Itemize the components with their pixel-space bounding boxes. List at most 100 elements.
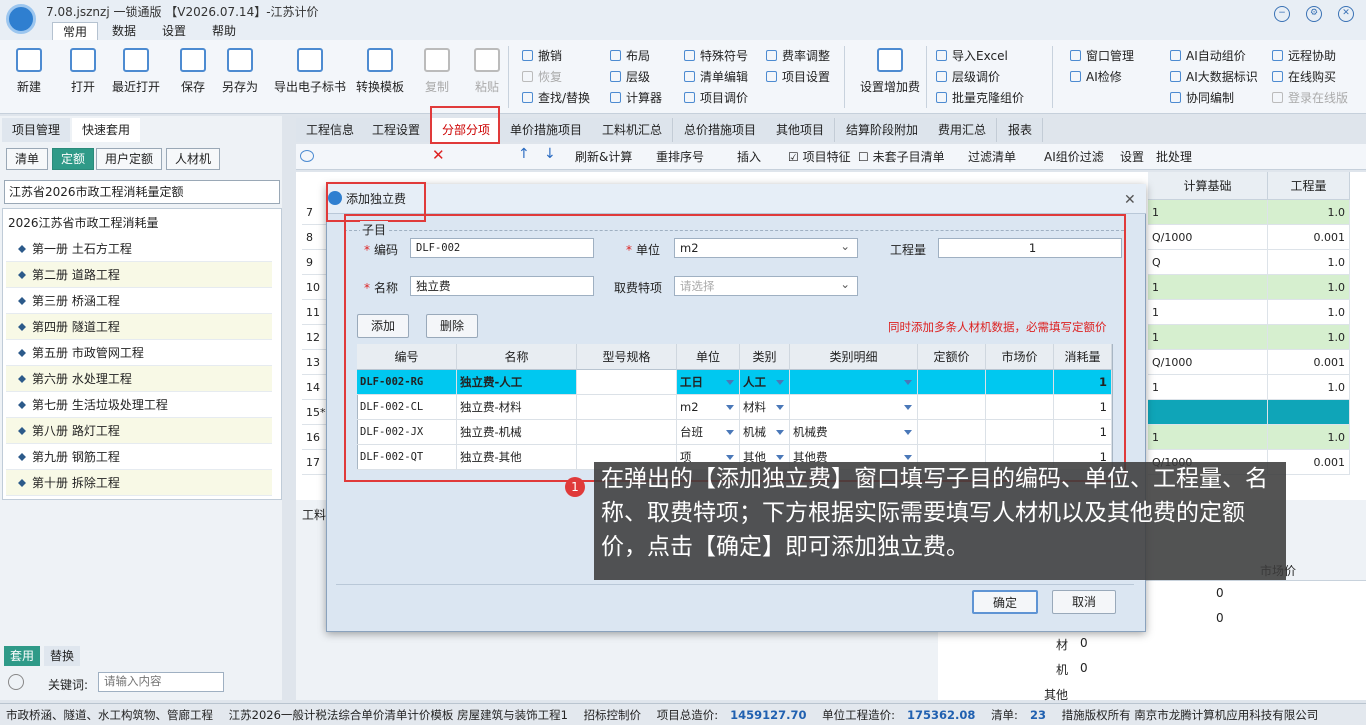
quantity-cell[interactable]: 1.0 xyxy=(1268,275,1350,300)
tree-item[interactable]: 第二册 道路工程 xyxy=(6,262,272,288)
level-button[interactable]: 层级 xyxy=(610,68,650,85)
reorder-button[interactable]: 重排序号 xyxy=(656,148,704,165)
tab-project-info[interactable]: 工程信息 xyxy=(296,118,366,142)
quantity-cell[interactable]: 1.0 xyxy=(1268,300,1350,325)
menu-tab-settings[interactable]: 设置 xyxy=(152,22,196,40)
ok-button[interactable]: 确定 xyxy=(972,590,1038,614)
co-edit-button[interactable]: 协同编制 xyxy=(1170,89,1234,106)
set-extra-fee-button[interactable]: 设置增加费 xyxy=(860,48,920,95)
project-price-adjust-button[interactable]: 项目调价 xyxy=(684,89,748,106)
quantity-cell[interactable]: 1.0 xyxy=(1268,250,1350,275)
online-buy-button[interactable]: 在线购买 xyxy=(1272,68,1336,85)
calc-base-cell[interactable]: Q xyxy=(1148,250,1268,275)
tab-reports[interactable]: 报表 xyxy=(998,118,1044,142)
export-bid-button[interactable]: 导出电子标书 xyxy=(274,48,346,95)
list-edit-button[interactable]: 清单编辑 xyxy=(684,68,748,85)
calculator-button[interactable]: 计算器 xyxy=(610,89,662,106)
open-button[interactable]: 打开 xyxy=(70,48,96,95)
tree-item[interactable]: 第九册 钢筋工程 xyxy=(6,444,272,470)
unmatched-list-checkbox[interactable]: ☐ 未套子目清单 xyxy=(858,148,945,165)
labor-material-button[interactable]: 人材机 xyxy=(166,148,221,170)
close-icon[interactable]: ✕ xyxy=(1338,6,1354,22)
calc-base-cell[interactable]: Q/1000 xyxy=(1148,225,1268,250)
dialog-close-icon[interactable]: ✕ xyxy=(1124,192,1136,208)
tree-root[interactable]: 2026江苏省市政工程消耗量 xyxy=(8,214,159,231)
apply-tab[interactable]: 套用 xyxy=(4,646,41,666)
quantity-cell[interactable]: 0.001 xyxy=(1268,350,1350,375)
settings-icon[interactable]: ⚙ xyxy=(1306,6,1322,22)
rate-adjust-button[interactable]: 费率调整 xyxy=(766,47,830,64)
import-excel-button[interactable]: 导入Excel xyxy=(936,47,1008,64)
tree-item[interactable]: 第八册 路灯工程 xyxy=(6,418,272,444)
eye-icon[interactable] xyxy=(300,150,314,162)
level-price-button[interactable]: 层级调价 xyxy=(936,68,1000,85)
recent-open-button[interactable]: 最近打开 xyxy=(112,48,160,95)
quantity-cell[interactable]: 1.0 xyxy=(1268,325,1350,350)
ai-auto-price-button[interactable]: AI自动组价 xyxy=(1170,47,1246,64)
menu-tab-help[interactable]: 帮助 xyxy=(202,22,246,40)
filter-list-button[interactable]: 过滤清单 xyxy=(968,148,1016,165)
tree-item[interactable]: 第一册 土石方工程 xyxy=(6,236,272,262)
quantity-cell[interactable]: 1.0 xyxy=(1268,375,1350,400)
tab-total-measures[interactable]: 总价措施项目 xyxy=(674,118,768,142)
replace-tab[interactable]: 替换 xyxy=(44,646,81,666)
quota-library-select[interactable]: 江苏省2026市政工程消耗量定额 xyxy=(4,180,280,204)
up-icon[interactable] xyxy=(8,674,24,690)
tab-project-settings[interactable]: 工程设置 xyxy=(362,118,432,142)
user-quota-button[interactable]: 用户定额 xyxy=(96,148,163,170)
layout-button[interactable]: 布局 xyxy=(610,47,650,64)
tree-item[interactable]: 第六册 水处理工程 xyxy=(6,366,272,392)
tab-quick-apply[interactable]: 快速套用 xyxy=(72,118,141,142)
save-as-button[interactable]: 另存为 xyxy=(222,48,258,95)
quantity-cell[interactable]: 1.0 xyxy=(1268,425,1350,450)
special-symbol-button[interactable]: 特殊符号 xyxy=(684,47,748,64)
list-button[interactable]: 清单 xyxy=(6,148,49,170)
tab-project-manage[interactable]: 项目管理 xyxy=(2,118,71,142)
settings-button[interactable]: 设置 xyxy=(1120,148,1144,165)
calc-base-cell[interactable]: 1 xyxy=(1148,300,1268,325)
tree-item[interactable]: 第五册 市政管网工程 xyxy=(6,340,272,366)
insert-button[interactable]: 插入 xyxy=(737,148,761,165)
quantity-cell[interactable]: 1.0 xyxy=(1268,200,1350,225)
refresh-calc-button[interactable]: 刷新&计算 xyxy=(575,148,632,165)
calc-base-cell[interactable]: 1 xyxy=(1148,425,1268,450)
tab-fee-summary[interactable]: 费用汇总 xyxy=(928,118,998,142)
calc-base-cell[interactable]: 1 xyxy=(1148,325,1268,350)
remote-assist-button[interactable]: 远程协助 xyxy=(1272,47,1336,64)
quantity-cell[interactable]: 0.001 xyxy=(1268,225,1350,250)
tree-item[interactable]: 第十册 拆除工程 xyxy=(6,470,272,496)
tab-other-items[interactable]: 其他项目 xyxy=(766,118,836,142)
batch-button[interactable]: 批处理 xyxy=(1156,148,1192,165)
undo-button[interactable]: 撤销 xyxy=(522,47,562,64)
convert-template-button[interactable]: 转换模板 xyxy=(356,48,404,95)
find-replace-button[interactable]: 查找/替换 xyxy=(522,89,590,106)
save-button[interactable]: 保存 xyxy=(180,48,206,95)
minimize-icon[interactable]: − xyxy=(1274,6,1290,22)
calc-base-cell[interactable]: 1 xyxy=(1148,375,1268,400)
calc-base-cell[interactable] xyxy=(1148,400,1268,425)
lower-tab[interactable]: 工料 xyxy=(302,506,326,523)
redo-button[interactable]: 恢复 xyxy=(522,68,562,85)
delete-icon[interactable]: ✕ xyxy=(432,146,445,164)
quantity-cell[interactable] xyxy=(1268,400,1350,425)
copy-button[interactable]: 复制 xyxy=(424,48,450,95)
project-settings-button[interactable]: 项目设置 xyxy=(766,68,830,85)
tab-unit-measures[interactable]: 单价措施项目 xyxy=(500,118,594,142)
ai-check-button[interactable]: AI检修 xyxy=(1070,68,1122,85)
calc-base-cell[interactable]: 1 xyxy=(1148,275,1268,300)
batch-clone-button[interactable]: 批量克隆组价 xyxy=(936,89,1024,106)
ai-filter-button[interactable]: AI组价过滤 xyxy=(1044,148,1104,165)
new-button[interactable]: 新建 xyxy=(16,48,42,95)
arrow-up-icon[interactable]: ↑ xyxy=(518,146,530,162)
tree-item[interactable]: 第四册 隧道工程 xyxy=(6,314,272,340)
tree-item[interactable]: 第七册 生活垃圾处理工程 xyxy=(6,392,272,418)
tab-material-summary[interactable]: 工料机汇总 xyxy=(592,118,674,142)
tree-item[interactable]: 第三册 桥涵工程 xyxy=(6,288,272,314)
calc-base-cell[interactable]: Q/1000 xyxy=(1148,350,1268,375)
ai-bigdata-button[interactable]: AI大数据标识 xyxy=(1170,68,1258,85)
tab-settlement[interactable]: 结算阶段附加 xyxy=(836,118,930,142)
arrow-down-icon[interactable]: ↓ xyxy=(544,146,556,162)
paste-button[interactable]: 粘贴 xyxy=(474,48,500,95)
menu-tab-data[interactable]: 数据 xyxy=(102,22,146,40)
window-manage-button[interactable]: 窗口管理 xyxy=(1070,47,1134,64)
